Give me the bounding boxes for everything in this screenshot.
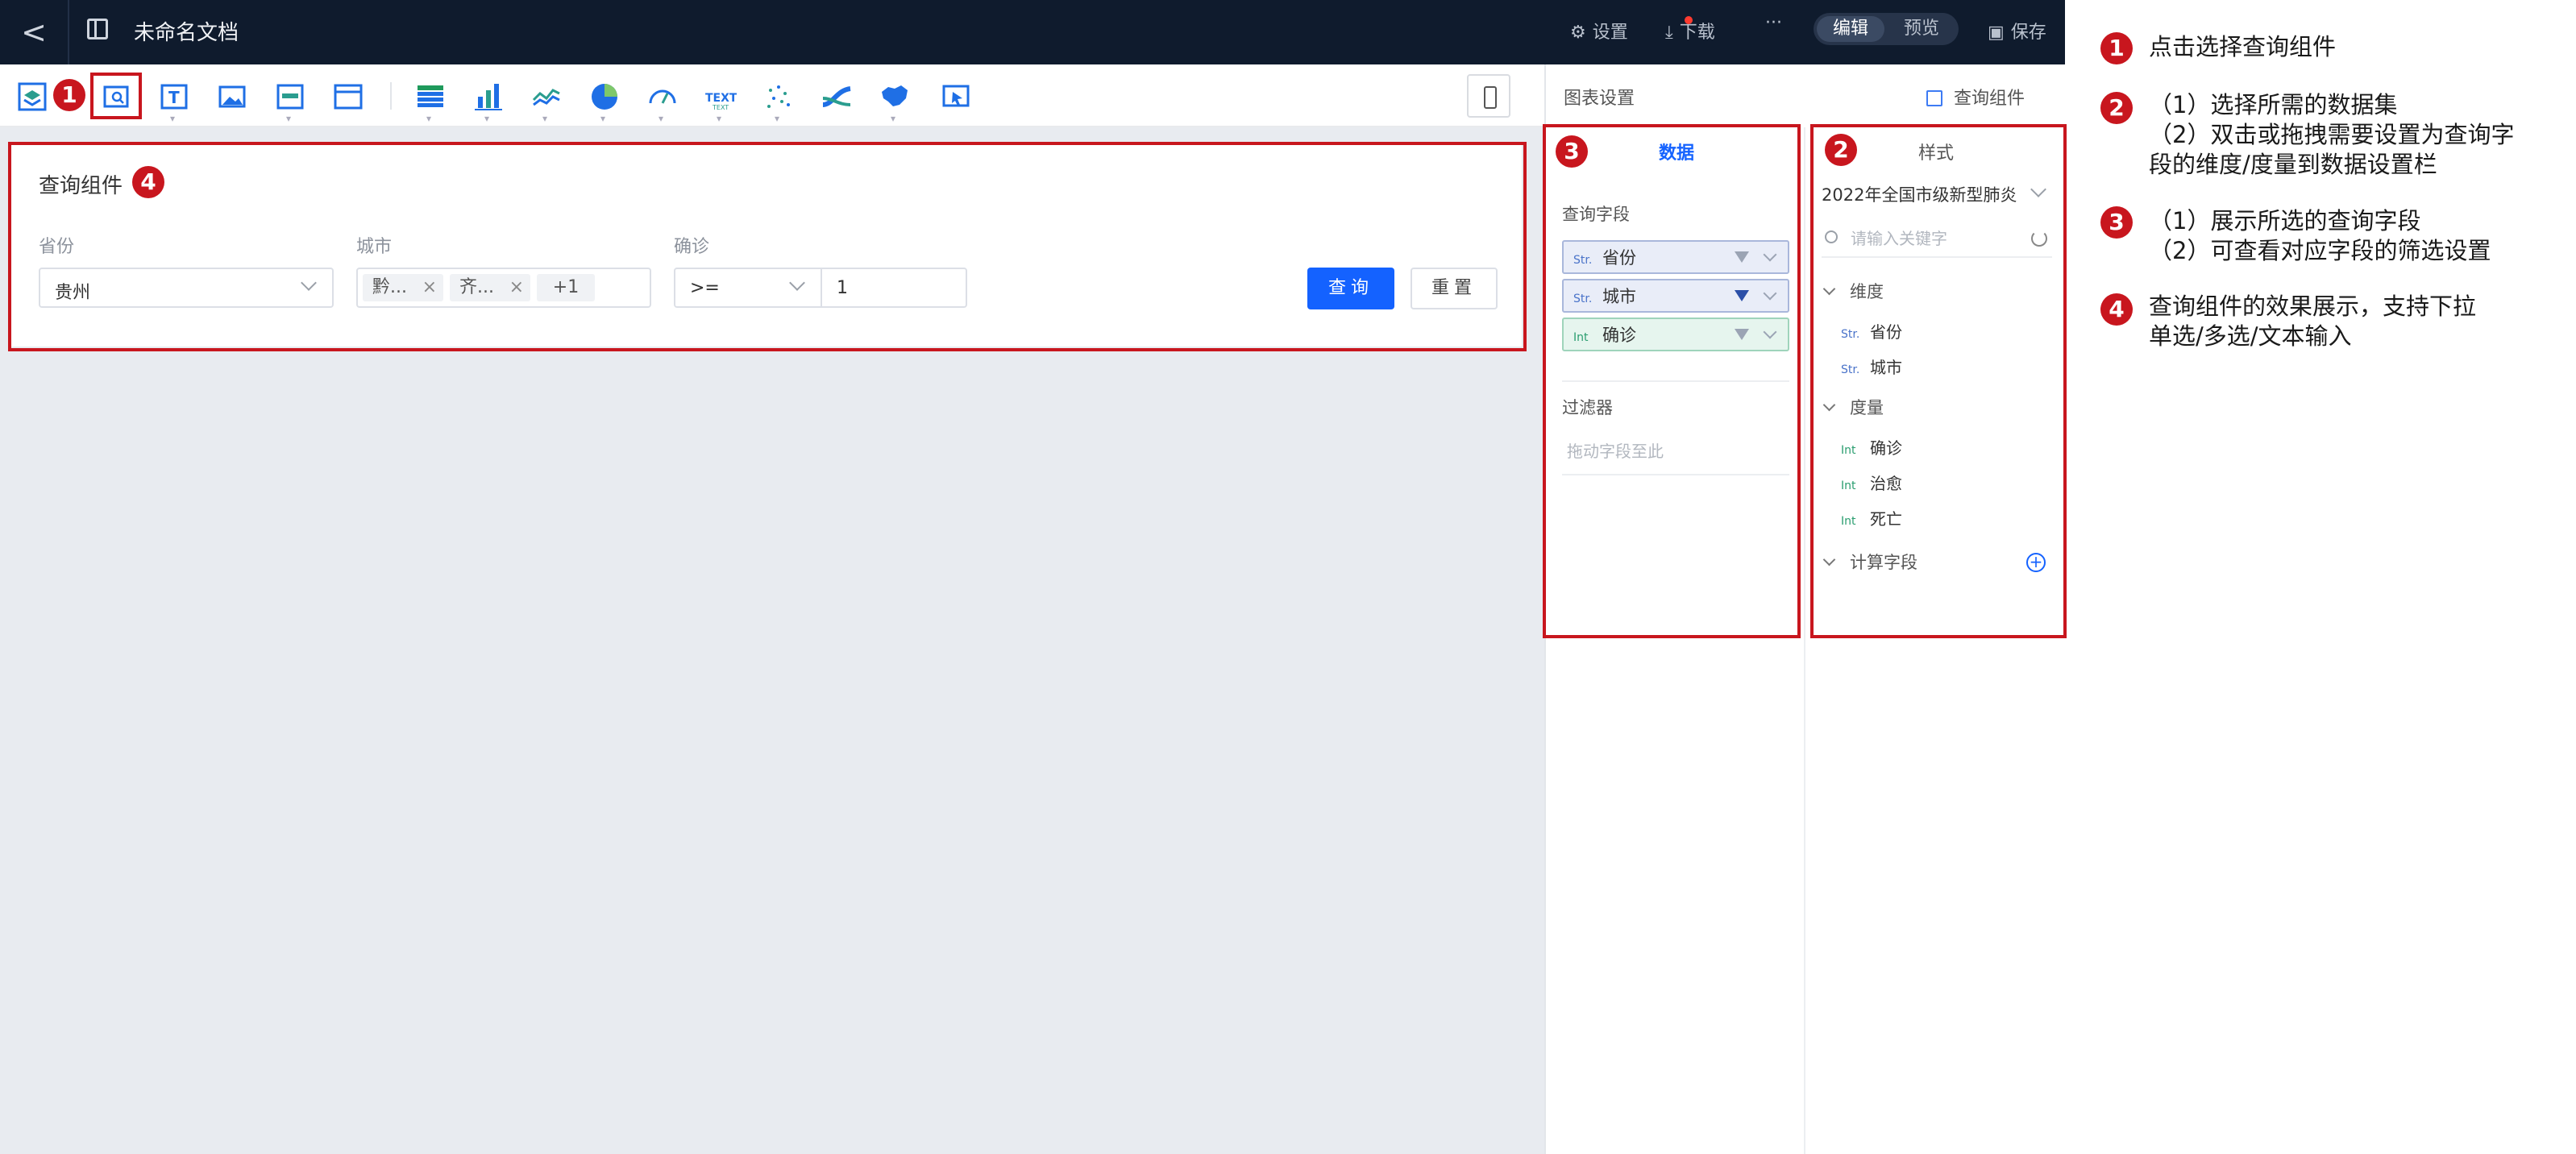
note-line: 段的维度/度量到数据设置栏 (2149, 151, 2437, 178)
text-tool[interactable]: T ▾ (158, 81, 190, 124)
edit-mode-tab[interactable]: 编辑 (1817, 16, 1884, 42)
line-chart-icon (532, 89, 560, 106)
svg-text:TEXT: TEXT (712, 104, 729, 111)
scatter-tool[interactable]: ▾ (762, 81, 795, 124)
table-icon (418, 85, 443, 107)
save-button[interactable]: ▣ 保存 (1988, 18, 2046, 44)
chevron-down-icon: ▾ (170, 113, 176, 124)
mode-toggle[interactable]: 编辑 预览 (1814, 13, 1959, 45)
note-4: 查询组件的效果展示，支持下拉 单选/多选/文本输入 (2149, 292, 2476, 351)
image-tool[interactable] (216, 81, 248, 113)
layers-icon (18, 82, 47, 111)
chevron-down-icon: ▾ (484, 113, 490, 124)
settings-button[interactable]: ⚙ 设置 (1570, 18, 1628, 44)
gauge-tool[interactable]: ▾ (646, 81, 679, 124)
download-label: 下载 (1679, 23, 1715, 43)
gear-icon: ⚙ (1570, 23, 1586, 43)
query-component-icon (1926, 90, 1942, 106)
chevron-down-icon: ▾ (659, 113, 664, 124)
document-title[interactable]: 未命名文档 (134, 16, 239, 46)
document-icon (87, 19, 108, 39)
scatter-icon (767, 85, 790, 108)
chevron-down-icon: ▾ (286, 113, 292, 124)
line-chart-tool[interactable]: ▾ (530, 81, 563, 124)
note-2: （1）选择所需的数据集 （2）双击或拖拽需要设置为查询字 段的维度/度量到数据设… (2149, 90, 2514, 180)
note-1: 点击选择查询组件 (2149, 32, 2336, 62)
chevron-down-icon: ▾ (600, 113, 606, 124)
back-button[interactable]: < (16, 13, 52, 52)
note-line: （1）展示所选的查询字段 (2149, 207, 2421, 235)
pie-chart-icon (592, 84, 617, 110)
image-icon (218, 85, 246, 108)
text-art-icon: TEXTTEXT (705, 92, 737, 111)
toolbar-divider (390, 82, 392, 110)
header-divider (68, 0, 69, 64)
top-header: < 未命名文档 ⚙ 设置 ⤓ 下载 ··· 编辑 预览 ▣ 保存 (0, 0, 2065, 64)
download-icon: ⤓ (1665, 23, 1673, 43)
settings-label: 设置 (1592, 23, 1628, 43)
chevron-down-icon: ▾ (891, 113, 896, 124)
note-line: 点击选择查询组件 (2149, 33, 2337, 60)
chevron-down-icon: ▾ (717, 113, 722, 124)
note-line: 单选/多选/文本输入 (2149, 322, 2352, 350)
bar-chart-icon (475, 84, 502, 110)
tab-tool[interactable]: ▾ (274, 81, 306, 124)
more-button[interactable]: ··· (1765, 13, 1782, 33)
table-tool[interactable]: ▾ (414, 81, 447, 124)
svg-text:T: T (168, 88, 180, 107)
layers-tool[interactable] (16, 81, 48, 113)
note-3: （1）展示所选的查询字段 （2）可查看对应字段的筛选设置 (2149, 206, 2491, 266)
sankey-icon (822, 86, 851, 107)
pie-chart-tool[interactable]: ▾ (588, 81, 621, 124)
note-line: （2）双击或拖拽需要设置为查询字 (2149, 121, 2515, 148)
column-divider (1804, 127, 1805, 1154)
browser-icon (334, 84, 363, 110)
annotation-badge-4: 4 (132, 166, 164, 198)
browser-tool[interactable] (332, 81, 364, 113)
annotation-box-3 (1543, 124, 1801, 638)
bar-chart-tool[interactable]: ▾ (472, 81, 505, 124)
text-art-tool[interactable]: TEXT TEXT ▾ (704, 81, 737, 124)
svg-text:TEXT: TEXT (705, 92, 737, 105)
note-badge-4: 4 (2100, 293, 2133, 326)
map-icon (882, 85, 908, 106)
chevron-down-icon: ▾ (542, 113, 548, 124)
note-badge-1: 1 (2100, 32, 2133, 64)
tab-icon (276, 84, 304, 110)
save-label: 保存 (2010, 23, 2046, 43)
map-tool[interactable]: ▾ (879, 81, 911, 124)
mobile-preview-button[interactable] (1467, 74, 1510, 118)
sankey-tool[interactable] (821, 81, 853, 113)
chevron-down-icon: ▾ (775, 113, 780, 124)
note-line: （1）选择所需的数据集 (2149, 91, 2398, 118)
annotation-badge-3: 3 (1556, 135, 1588, 168)
text-icon: T (160, 84, 188, 110)
save-icon: ▣ (1988, 23, 2005, 43)
gauge-icon (649, 89, 676, 104)
annotation-badge-1: 1 (53, 79, 85, 111)
annotation-badge-2: 2 (1825, 134, 1857, 166)
notification-dot (1685, 16, 1693, 24)
component-type-label: 查询组件 (1954, 89, 2025, 109)
settings-heading: 图表设置 (1564, 89, 1635, 109)
select-icon (942, 85, 970, 107)
note-line: （2）可查看对应字段的筛选设置 (2149, 237, 2491, 264)
select-tool[interactable] (940, 81, 972, 113)
annotation-box-1 (90, 73, 142, 119)
note-line: 查询组件的效果展示，支持下拉 (2149, 293, 2477, 320)
annotation-box-2 (1810, 124, 2067, 638)
annotation-box-4 (8, 142, 1527, 351)
note-badge-2: 2 (2100, 92, 2133, 124)
component-type: 查询组件 (1926, 84, 2025, 110)
component-toolbar: T ▾ ▾ ▾ ▾ ▾ ▾ ▾ TEXT TEXT ▾ ▾ ▾ (0, 64, 1544, 127)
chevron-down-icon: ▾ (426, 113, 432, 124)
preview-mode-tab[interactable]: 预览 (1891, 16, 1952, 42)
note-badge-3: 3 (2100, 206, 2133, 239)
